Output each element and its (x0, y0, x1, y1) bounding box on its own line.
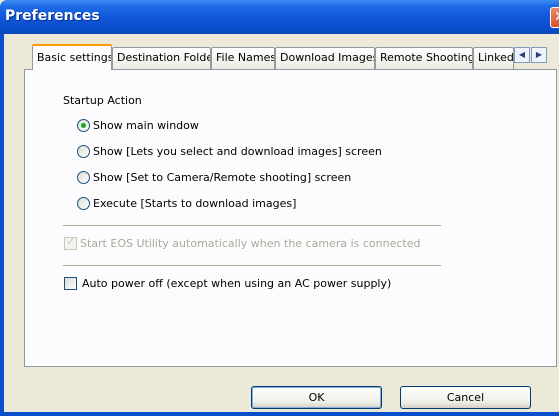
radio-label: Show main window (93, 119, 199, 132)
checkmark-icon: ✓ (66, 235, 76, 248)
close-button[interactable]: ✕ (550, 7, 559, 28)
arrow-left-icon[interactable]: ◀ (514, 47, 530, 63)
tab-scroll-buttons: ◀ ▶ (514, 47, 548, 63)
tab-remote-shooting[interactable]: Remote Shooting (375, 47, 473, 69)
arrow-right-icon[interactable]: ▶ (531, 47, 547, 63)
radio-label: Show [Set to Camera/Remote shooting] scr… (93, 171, 352, 184)
radio-button[interactable] (77, 171, 90, 184)
auto-start-checkbox[interactable]: ✓ (64, 235, 77, 250)
auto-power-off-checkbox[interactable] (64, 277, 77, 290)
ok-button[interactable]: OK (251, 386, 382, 409)
radio-button[interactable] (77, 197, 90, 210)
tab-label: Download Images (280, 51, 375, 64)
window-title: Preferences (5, 8, 100, 24)
auto-power-off-label: Auto power off (except when using an AC … (82, 277, 392, 290)
window-frame-left (0, 34, 4, 416)
tab-label: Linked (478, 51, 514, 64)
separator (63, 265, 441, 267)
basic-settings-panel (24, 69, 557, 367)
tab-label: Destination Folder (117, 51, 211, 64)
radio-button[interactable] (77, 145, 90, 158)
radio-label: Show [Lets you select and download image… (93, 145, 382, 158)
tab-label: Basic settings (37, 51, 112, 64)
radio-button-selected[interactable] (77, 119, 90, 132)
tab-linked[interactable]: Linked (473, 47, 514, 69)
startup-action-heading: Startup Action (63, 94, 142, 107)
tab-destination-folder[interactable]: Destination Folder (112, 47, 211, 69)
window-frame-bottom (0, 412, 559, 416)
tab-download-images[interactable]: Download Images (275, 47, 375, 69)
auto-start-label: Start EOS Utility automatically when the… (80, 237, 421, 250)
title-bar[interactable]: Preferences ✕ (0, 0, 559, 34)
separator (63, 225, 441, 227)
cancel-button[interactable]: Cancel (400, 386, 531, 409)
tab-label: Remote Shooting (380, 51, 473, 64)
radio-label: Execute [Starts to download images] (93, 197, 297, 210)
tab-label: File Names (216, 51, 275, 64)
close-icon: ✕ (554, 9, 559, 25)
tab-file-names[interactable]: File Names (211, 47, 275, 69)
preferences-dialog: Preferences ✕ Basic settings Destination… (0, 0, 559, 416)
tab-basic-settings[interactable]: Basic settings (32, 44, 112, 70)
